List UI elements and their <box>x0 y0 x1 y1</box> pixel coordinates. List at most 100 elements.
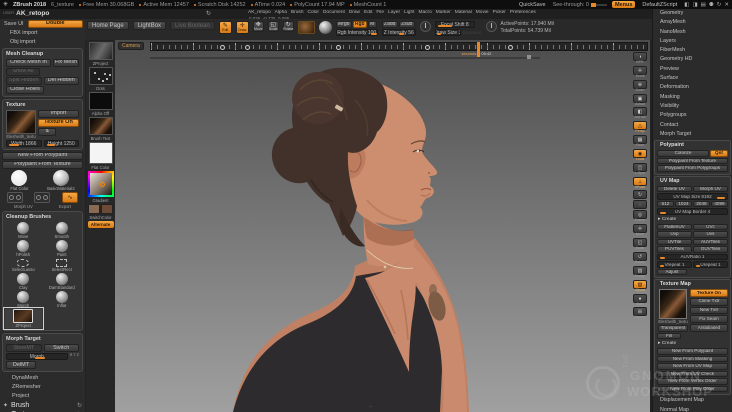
user-icon[interactable]: ⚉ <box>709 2 714 8</box>
polypaint-from-polygroups-button[interactable]: Polypaint From Polygroups <box>657 165 728 172</box>
subpalette-header[interactable]: Morph Target <box>653 130 732 139</box>
mrgb-toggle[interactable]: Mrgb <box>335 21 352 28</box>
dial-toggle-a[interactable] <box>6 192 23 204</box>
texture-map-button[interactable]: New Txtr <box>690 306 728 315</box>
subpalette-header[interactable]: Contact <box>653 121 732 130</box>
dynamic-label[interactable]: Dynamic <box>463 30 482 35</box>
texture-create-button[interactable]: New From Vertex Order <box>657 378 728 385</box>
transp-toggle[interactable]: ▨ Transp <box>632 265 648 279</box>
obj-import-button[interactable]: Obj import <box>8 38 37 46</box>
texture-width-slider[interactable]: Width 1866 <box>6 140 42 147</box>
adjust-button[interactable]: Adjust <box>657 268 687 276</box>
draw-size-slider[interactable]: Draw Size 3 <box>434 29 461 36</box>
spin-button[interactable]: ↻ <box>632 190 648 200</box>
camera-track-button[interactable]: Camera <box>118 42 144 50</box>
frame-button[interactable]: ◎ Frame <box>632 210 648 223</box>
brush-preset[interactable]: hPolish <box>5 240 42 257</box>
menu-item[interactable]: Color <box>307 10 318 15</box>
show-all-button[interactable]: Show All <box>6 68 40 76</box>
subpalette-header[interactable]: Deformation <box>653 83 732 92</box>
timeline-handle[interactable] <box>527 55 531 59</box>
del-mt-button[interactable]: DelMT <box>6 361 36 370</box>
subpalette-header[interactable]: Normal Map <box>653 406 732 412</box>
current-brush-thumbnail[interactable] <box>297 21 315 34</box>
texture-create-button[interactable]: New From Masking <box>657 355 728 363</box>
move-mode-button[interactable]: ✥ Move <box>252 21 264 32</box>
quick-action-button[interactable]: DynaMesh <box>10 374 40 382</box>
quick-action-button[interactable]: Project <box>10 392 31 400</box>
brush-slot[interactable] <box>88 42 113 60</box>
home-page-button[interactable]: Home Page <box>87 21 129 30</box>
import-texture-button[interactable]: Import <box>38 110 79 118</box>
timeline-ruler[interactable]: seconds 05:42 <box>150 42 648 58</box>
menu-item[interactable]: AK_retopo <box>248 10 271 15</box>
tray-left-icon[interactable]: ◧ <box>684 2 689 8</box>
subpalette-header[interactable]: ArrayMesh <box>653 18 732 27</box>
bpr-button[interactable]: ◑ BPR <box>632 52 648 65</box>
alpha-slot[interactable] <box>88 92 113 111</box>
urepeat-slider[interactable]: Urepeat 1 <box>693 261 728 268</box>
palette-refresh-icon[interactable]: ↻ <box>77 402 82 409</box>
subpalette-header[interactable]: Masking <box>653 93 732 102</box>
uv-create-button[interactable]: UVTile <box>657 238 692 246</box>
brush-preset[interactable]: SelectLasso <box>5 258 42 272</box>
export-button[interactable]: Export <box>59 204 71 209</box>
actual-button[interactable]: ▣ Actual <box>632 93 648 107</box>
morph-uv-button[interactable]: Morph UV <box>14 204 33 209</box>
menu-item[interactable]: Movie <box>476 10 489 15</box>
texture-map-button[interactable]: Texture On <box>690 289 728 297</box>
xpose-toggle[interactable]: ⊥ XPose <box>632 176 648 190</box>
new-from-polypaint-button[interactable]: New From Polypaint <box>2 152 83 160</box>
subpalette-header[interactable]: Geometry <box>653 9 732 18</box>
close-holes-button[interactable]: Close Holes <box>6 86 44 94</box>
subpalette-header[interactable]: NanoMesh <box>653 28 732 37</box>
texture-map-title[interactable]: Texture Map <box>656 281 729 288</box>
refresh-icon[interactable]: ↻ <box>206 10 211 17</box>
menu-item[interactable]: Brush <box>291 10 304 15</box>
focal-shift-knob[interactable] <box>419 21 431 32</box>
uv-size-preset-button[interactable]: 4096 <box>711 200 728 208</box>
see-through-slider[interactable]: See-through: 0 <box>553 2 607 8</box>
zadd-toggle[interactable]: Zadd <box>381 21 398 28</box>
scroll-button[interactable]: ✛ Scroll <box>632 65 648 79</box>
menu-item[interactable]: Document <box>323 10 345 15</box>
texture-create-button[interactable]: New From Polypaint <box>657 348 728 355</box>
timeline-playhead[interactable]: seconds 05:42 <box>461 42 491 58</box>
uv-create-button[interactable]: PUVTiles <box>657 246 692 253</box>
split-hidden-button[interactable]: Split Hidden <box>6 77 42 85</box>
check-mesh-button[interactable]: Check Mesh In <box>6 59 51 67</box>
rotate-button[interactable]: ↺ Rotate <box>632 251 648 265</box>
uv-map-title[interactable]: UV Map <box>656 178 729 185</box>
vrepeat-slider[interactable]: Vrepeat 1 <box>657 261 692 268</box>
uv-create-button[interactable]: Uvp <box>657 231 692 238</box>
uv-create-subheader[interactable]: ▸ Create <box>656 216 729 223</box>
subpalette-header[interactable]: Preview <box>653 65 732 74</box>
texture-create-button[interactable]: New From Poly Order <box>657 385 728 393</box>
uv-create-button[interactable]: FlattenUV <box>657 223 692 231</box>
edit-mode-button[interactable]: ✎ Edit <box>218 21 232 34</box>
texture-on-toggle[interactable]: Texture On <box>38 119 79 127</box>
zsub-toggle[interactable]: Zsub <box>398 21 415 28</box>
rotate-mode-button[interactable]: ↻ Rotate <box>282 21 294 32</box>
subpalette-header[interactable]: Surface <box>653 74 732 83</box>
uv-map-size-slider[interactable]: UV Map Size 8192 <box>657 193 728 200</box>
subpalette-header[interactable]: Layers <box>653 37 732 46</box>
model-3d[interactable] <box>115 40 650 412</box>
quicksave-button[interactable]: QuickSave <box>517 2 548 8</box>
local-toggle[interactable]: ◉ Local <box>632 148 648 162</box>
menu-item[interactable]: Alpha <box>275 10 287 15</box>
rgb-toggle[interactable]: Rgb <box>352 21 367 28</box>
texture-thumbnail[interactable] <box>6 110 36 134</box>
color-picker[interactable] <box>87 171 114 198</box>
menu-item[interactable]: Marker <box>436 10 451 15</box>
stroke-slot[interactable] <box>88 67 113 86</box>
palette-icon[interactable]: ▤ <box>701 2 706 8</box>
fill-button[interactable]: Fill <box>657 332 681 340</box>
menu-item[interactable]: Picker <box>493 10 506 15</box>
uv-size-preset-button[interactable]: 2048 <box>693 200 710 208</box>
material-slot[interactable] <box>88 142 113 165</box>
scale-mode-button[interactable]: ◱ Scale <box>267 21 279 32</box>
z-intensity-slider[interactable]: Z Intensity 56 <box>381 29 416 36</box>
texture-map-thumbnail[interactable] <box>659 289 687 320</box>
brush-preset[interactable]: Inflat <box>44 291 81 308</box>
